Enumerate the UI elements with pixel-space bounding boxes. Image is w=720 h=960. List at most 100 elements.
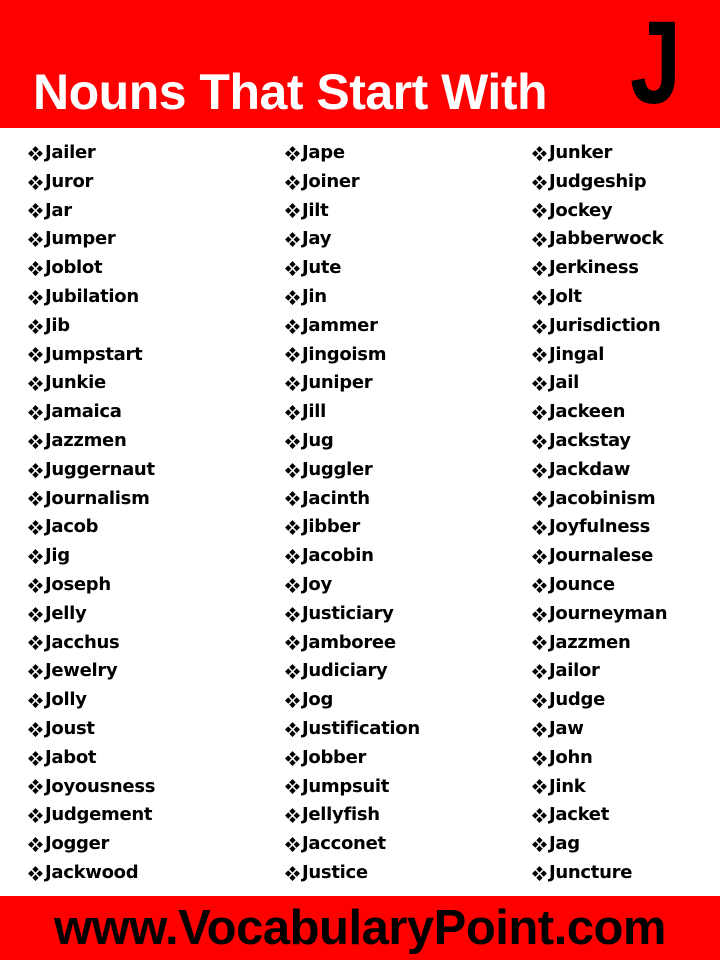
noun-word: Jazzmen [45,429,127,451]
four-diamond-bullet-icon [27,778,44,795]
footer-banner: www.VocabularyPoint.com [0,896,720,960]
list-item: Jug [284,427,420,456]
list-item: Junkie [27,369,155,398]
list-item: Jacconet [284,830,420,859]
list-item: Jubilation [27,283,155,312]
list-item: Judiciary [284,657,420,686]
four-diamond-bullet-icon [284,721,301,738]
list-item: Jerkiness [531,254,667,283]
noun-word: Jilt [302,199,329,221]
noun-word: Jackeen [549,401,626,423]
list-item: John [531,744,667,773]
list-item: Justiciary [284,600,420,629]
list-item: Jumpsuit [284,773,420,802]
list-item: Jacchus [27,629,155,658]
four-diamond-bullet-icon [284,346,301,363]
four-diamond-bullet-icon [27,663,44,680]
list-item: Joyfulness [531,513,667,542]
list-item: Jackwood [27,859,155,888]
noun-word: Jib [45,314,70,336]
list-item: Jute [284,254,420,283]
four-diamond-bullet-icon [531,606,548,623]
noun-word: Judge [549,689,605,711]
list-item: Jolly [27,686,155,715]
list-item: Jobber [284,744,420,773]
noun-word: Jig [45,545,70,567]
four-diamond-bullet-icon [284,750,301,767]
four-diamond-bullet-icon [284,836,301,853]
list-item: Jag [531,830,667,859]
four-diamond-bullet-icon [284,462,301,479]
list-item: Jilt [284,197,420,226]
noun-word: Jaw [549,717,584,739]
noun-word: Jounce [549,573,615,595]
word-column-3: Junker Judgeship Jockey Jabberwock Jerkiness… [531,139,668,888]
list-item: Jewelry [27,657,155,686]
list-item: Jib [27,312,155,341]
list-item: Judge [531,686,667,715]
list-item: Jaw [531,715,667,744]
four-diamond-bullet-icon [284,577,301,594]
four-diamond-bullet-icon [27,548,44,565]
four-diamond-bullet-icon [27,318,44,335]
four-diamond-bullet-icon [27,634,44,651]
list-item: Jail [531,369,667,398]
noun-word: Jacobin [302,545,374,567]
four-diamond-bullet-icon [531,490,548,507]
four-diamond-bullet-icon [284,375,301,392]
noun-word: Judgeship [549,170,647,192]
list-item: Jibber [284,513,420,542]
noun-word: Jelly [45,602,87,624]
noun-word: Jacinth [302,487,370,509]
list-item: Jammer [284,312,420,341]
four-diamond-bullet-icon [27,836,44,853]
noun-word: Jellyfish [302,804,380,826]
list-item: Jurisdiction [531,312,667,341]
noun-word: Jingoism [302,343,387,365]
noun-word: Jackwood [45,861,139,883]
four-diamond-bullet-icon [27,865,44,882]
list-item: Joiner [284,168,420,197]
noun-word: Justification [302,717,420,739]
four-diamond-bullet-icon [284,778,301,795]
four-diamond-bullet-icon [27,145,44,162]
noun-word: Jerkiness [549,257,639,279]
four-diamond-bullet-icon [284,231,301,248]
list-item: Journeyman [531,600,668,629]
list-item: Jabot [27,744,155,773]
list-item: Jumper [27,225,155,254]
noun-word: Jammer [302,314,378,336]
noun-word: Jewelry [45,660,118,682]
list-item: Jellyfish [284,801,420,830]
four-diamond-bullet-icon [284,634,301,651]
four-diamond-bullet-icon [531,346,548,363]
four-diamond-bullet-icon [27,231,44,248]
noun-word: Juggler [302,458,373,480]
noun-word: Jacconet [302,833,386,855]
list-item: Jumpstart [27,341,155,370]
noun-word: Jacobinism [549,487,656,509]
four-diamond-bullet-icon [531,865,548,882]
four-diamond-bullet-icon [27,174,44,191]
list-item: Jig [27,542,155,571]
noun-word: Joiner [302,170,360,192]
noun-word: Journalism [45,487,150,509]
four-diamond-bullet-icon [531,807,548,824]
four-diamond-bullet-icon [284,174,301,191]
noun-word: Jailor [549,660,600,682]
noun-word: Joblot [45,257,103,279]
noun-word: Jamboree [302,631,396,653]
four-diamond-bullet-icon [284,145,301,162]
four-diamond-bullet-icon [531,836,548,853]
website-link[interactable]: www.VocabularyPoint.com [0,898,720,958]
noun-word: Jurisdiction [549,314,661,336]
noun-word: Jumpsuit [302,775,390,797]
noun-word: Jacob [45,516,99,538]
list-item: Jamaica [27,398,155,427]
list-item: Jog [284,686,420,715]
four-diamond-bullet-icon [284,606,301,623]
list-item: Jolt [531,283,667,312]
list-item: Judgeship [531,168,667,197]
list-item: Juniper [284,369,420,398]
list-item: Jingoism [284,341,420,370]
